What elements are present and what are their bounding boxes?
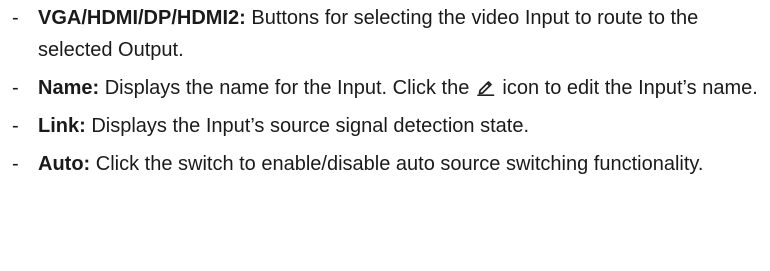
term-label: VGA/HDMI/DP/HDMI2:: [38, 7, 246, 29]
bullet-dash: -: [12, 77, 19, 99]
list-item-vga-hdmi-dp: - VGA/HDMI/DP/HDMI2: Buttons for selecti…: [12, 2, 764, 66]
list-item-text: Name: Displays the name for the Input. C…: [38, 72, 764, 104]
bullet-dash: -: [12, 115, 19, 137]
term-description: Displays the Input’s source signal detec…: [85, 115, 529, 137]
list-item-text: Link: Displays the Input’s source signal…: [38, 110, 764, 142]
term-description-after-icon: icon to edit the Input’s name.: [496, 77, 758, 99]
bullet-dash: -: [12, 7, 19, 29]
list-item-link: - Link: Displays the Input’s source sign…: [12, 110, 764, 142]
bullet-dash: -: [12, 153, 19, 175]
term-label: Auto:: [38, 153, 91, 175]
list-item-name: - Name: Displays the name for the Input.…: [12, 72, 764, 104]
term-label: Link:: [38, 115, 86, 137]
pencil-edit-icon: [476, 75, 496, 97]
list-item-text: Auto: Click the switch to enable/disable…: [38, 148, 764, 180]
term-description: Click the switch to enable/disable auto …: [90, 153, 704, 175]
term-description-before-icon: Displays the name for the Input. Click t…: [99, 77, 475, 99]
document-body: - VGA/HDMI/DP/HDMI2: Buttons for selecti…: [12, 2, 764, 186]
term-label: Name:: [38, 77, 100, 99]
list-item-text: VGA/HDMI/DP/HDMI2: Buttons for selecting…: [38, 2, 764, 66]
list-item-auto: - Auto: Click the switch to enable/disab…: [12, 148, 764, 180]
